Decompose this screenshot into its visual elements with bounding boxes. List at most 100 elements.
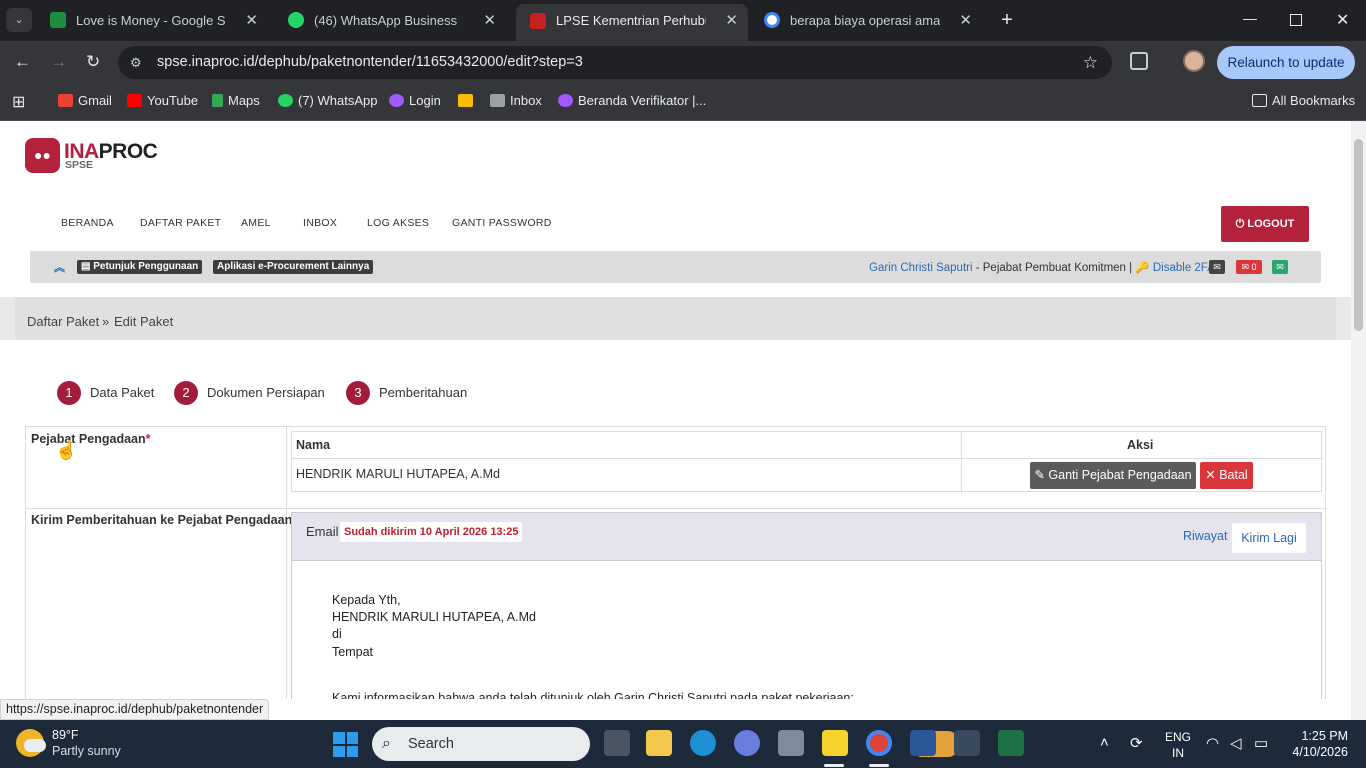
close-icon[interactable]: ✕ [245,6,258,35]
scroll-thumb[interactable] [1354,139,1363,331]
tab-search-button[interactable]: ⌄ [6,8,32,32]
power-icon: ⏻ [1235,218,1248,230]
back-button[interactable]: ← [14,52,31,72]
profile-avatar[interactable] [1183,50,1205,72]
bookmark-pinwheel[interactable] [458,93,478,108]
user-name-link[interactable]: Garin Christi Saputri [869,262,973,274]
menu-amel[interactable]: AMEL [241,217,271,229]
mail-icon [490,94,505,107]
email-label: Email [306,524,339,539]
menu-inbox[interactable]: INBOX [303,217,337,229]
step-pemberitahuan[interactable]: 3 Pemberitahuan [346,381,467,405]
menu-log-akses[interactable]: LOG AKSES [367,217,429,229]
kirim-lagi-button[interactable]: Kirim Lagi [1232,523,1306,553]
step-dokumen-persiapan[interactable]: 2 Dokumen Persiapan [174,381,325,405]
bookmark-maps[interactable]: Maps [212,93,260,108]
content-card: 1 Data Paket 2 Dokumen Persiapan 3 Pemberit… [15,353,1336,699]
taskbar: 89°F Partly sunny ⌕ Search ˄ ⟳ ENG IN ◠ ◁… [0,720,1366,768]
apps-grid-icon[interactable]: ⊞ [12,92,25,112]
clock[interactable]: 1:25 PM 4/10/2026 [1276,728,1348,760]
collapse-up-icon[interactable]: ︽ [54,259,65,275]
ganti-pejabat-button[interactable]: ✎ Ganti Pejabat Pengadaan [1030,462,1196,489]
batal-button[interactable]: ✕ Batal [1200,462,1253,489]
letter-line: HENDRIK MARULI HUTAPEA, A.Md [332,610,536,624]
app-icon[interactable] [734,730,760,756]
excel-icon[interactable] [998,730,1024,756]
page-scrollbar[interactable] [1351,121,1366,720]
minimize-button[interactable]: — [1243,10,1257,26]
tab-strip: ⌄ Love is Money - Google Spread ✕ (46) W… [0,0,1366,41]
reload-button[interactable]: ↻ [86,52,100,72]
bookmark-login[interactable]: Login [389,93,441,108]
bookmark-star-icon[interactable]: ☆ [1083,46,1098,79]
camera-icon[interactable] [778,730,804,756]
file-explorer-icon[interactable] [646,730,672,756]
message-icon[interactable]: ✉ [1209,260,1225,274]
close-icon[interactable]: ✕ [725,4,738,37]
step-data-paket[interactable]: 1 Data Paket [57,381,154,405]
new-tab-button[interactable]: + [996,8,1018,32]
bookmark-inbox[interactable]: Inbox [490,93,542,108]
weather-temp[interactable]: 89°F [52,728,79,742]
col-aksi: Aksi [1127,438,1154,452]
close-icon[interactable]: ✕ [959,6,972,35]
mail-count-badge[interactable]: ✉ 0 [1236,260,1262,274]
tab-lpse[interactable]: LPSE Kementrian Perhubungan ✕ [516,4,748,41]
youtube-icon [127,94,142,107]
task-view-icon[interactable] [604,730,630,756]
menu-beranda[interactable]: BERANDA [61,217,114,229]
calculator-icon[interactable] [954,730,980,756]
bookmark-whatsapp[interactable]: (7) WhatsApp [278,93,377,108]
chevron-up-icon[interactable]: ˄ [1100,734,1109,751]
bookmark-gmail[interactable]: Gmail [58,93,112,108]
wifi-icon[interactable]: ◠ [1206,734,1219,752]
sticky-notes-icon[interactable] [822,730,848,756]
help-pill[interactable]: ▤ Petunjuk Penggunaan [77,260,203,274]
link-status-bar: https://spse.inaproc.id/dephub/paketnont… [0,699,270,720]
breadcrumb-daftar-paket[interactable]: Daftar Paket [27,314,99,329]
volume-icon[interactable]: ◁ [1230,734,1242,752]
inaproc-logo-icon[interactable]: ●● [25,138,60,173]
site-info-icon[interactable]: ⚙ [130,46,142,79]
tab-title: LPSE Kementrian Perhubungan [556,13,706,28]
logout-button[interactable]: ⏻ LOGOUT [1221,206,1309,242]
riwayat-link[interactable]: Riwayat [1183,529,1227,543]
menu-daftar-paket[interactable]: DAFTAR PAKET [140,217,221,229]
windows-start-icon[interactable] [333,732,358,757]
disable-2fa-link[interactable]: 🔑 Disable 2FA [1135,262,1215,274]
all-bookmarks[interactable]: All Bookmarks [1252,93,1355,108]
battery-icon[interactable]: ▭ [1254,734,1268,752]
sync-icon[interactable]: ⟳ [1130,734,1143,752]
tab-google[interactable]: berapa biaya operasi amandel - ✕ [750,6,982,35]
folder-icon [1252,94,1267,107]
hand-cursor-icon: ☝ [55,440,78,460]
web-page: ●● INAPROC SPSE BERANDA DAFTAR PAKET AME… [0,121,1351,699]
edge-icon[interactable] [690,730,716,756]
close-icon[interactable]: ✕ [483,6,496,35]
relaunch-button[interactable]: Relaunch to update [1217,46,1355,79]
user-info: Garin Christi Saputri - Pejabat Pembuat … [869,262,1215,274]
apps-pill[interactable]: Aplikasi e-Procurement Lainnya [213,260,374,274]
tab-spreadsheet[interactable]: Love is Money - Google Spread ✕ [36,6,268,35]
tab-whatsapp[interactable]: (46) WhatsApp Business ✕ [274,6,506,35]
word-icon[interactable] [910,730,936,756]
email-header: Email Sudah dikirim 10 April 2026 13:25 … [292,513,1321,561]
address-bar[interactable]: ⚙ spse.inaproc.id/dephub/paketnontender/… [118,46,1112,79]
bookmark-verifikator[interactable]: Beranda Verifikator |... [558,93,706,108]
menu-ganti-password[interactable]: GANTI PASSWORD [452,217,552,229]
bookmarks-bar: ⊞ Gmail YouTube Maps (7) WhatsApp Login … [0,84,1366,121]
close-window-button[interactable]: ✕ [1336,10,1349,30]
logo-subtitle: SPSE [65,159,94,171]
taskbar-search[interactable]: ⌕ Search [372,727,958,761]
chrome-icon[interactable] [866,730,892,756]
weather-desc[interactable]: Partly sunny [52,744,121,758]
maximize-button[interactable] [1290,14,1302,26]
breadcrumb-edit-paket: Edit Paket [114,314,174,329]
language-indicator[interactable]: ENG IN [1165,729,1191,761]
open-mail-icon[interactable]: ✉ [1272,260,1288,274]
breadcrumb: Daftar Paket » Edit Paket [15,297,1336,340]
bookmark-youtube[interactable]: YouTube [127,93,198,108]
lpse-icon [530,13,546,29]
extensions-icon[interactable] [1130,52,1148,70]
forward-button[interactable]: → [50,52,67,72]
